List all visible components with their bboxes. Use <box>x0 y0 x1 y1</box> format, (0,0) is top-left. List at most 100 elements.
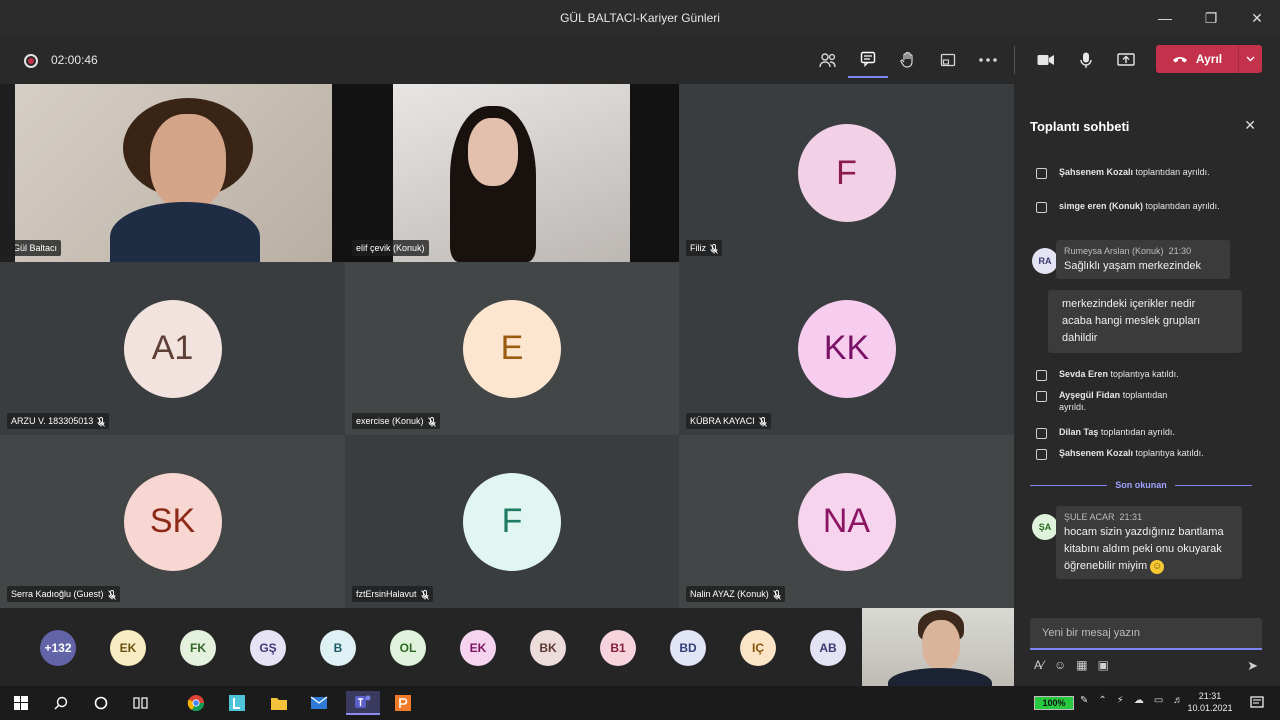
meeting-event-icon <box>1036 449 1047 460</box>
participant-tile[interactable]: NA Nalin AYAZ (Konuk) <box>679 435 1014 608</box>
send-icon[interactable]: ➤ <box>1247 658 1258 674</box>
tray-onedrive-icon[interactable]: ☁ <box>1134 695 1144 706</box>
system-message: Şahsenem Kozalı toplantıdan ayrıldı. <box>1036 166 1266 179</box>
strip-avatar[interactable]: GŞ <box>250 630 286 666</box>
minimize-icon[interactable]: — <box>1142 0 1188 36</box>
microphone-icon[interactable] <box>1066 42 1106 78</box>
participant-tile[interactable]: Gül Baltacı <box>15 84 332 262</box>
system-message: simge eren (Konuk) toplantıdan ayrıldı. <box>1036 200 1266 213</box>
chat-icon[interactable] <box>848 42 888 78</box>
chat-avatar[interactable]: RA <box>1032 248 1058 274</box>
camera-icon[interactable] <box>1026 42 1066 78</box>
message-text: hocam sizin yazdığınız bantlama kitabını… <box>1064 526 1224 574</box>
chat-avatar[interactable]: ŞA <box>1032 514 1058 540</box>
strip-avatar[interactable]: IÇ <box>740 630 776 666</box>
chrome-icon[interactable] <box>183 691 209 715</box>
strip-avatar[interactable]: EK <box>460 630 496 666</box>
taskbar-clock[interactable]: 21:31 10.01.2021 <box>1186 690 1234 714</box>
format-icon[interactable]: A⁄ <box>1034 658 1044 672</box>
tray-pen-icon[interactable]: ✎ <box>1080 695 1088 706</box>
self-view-video[interactable] <box>862 608 1014 686</box>
toolbar-actions <box>808 42 1008 78</box>
tray-display-icon[interactable]: ▭ <box>1154 695 1163 706</box>
recording-icon <box>24 54 38 68</box>
strip-avatar[interactable]: OL <box>390 630 426 666</box>
chat-message: merkezindeki içerikler nedir acaba hangi… <box>1048 290 1242 353</box>
clock-date: 10.01.2021 <box>1187 703 1233 713</box>
breakout-rooms-icon[interactable] <box>928 42 968 78</box>
tray-chevron-up-icon[interactable]: ⌃ <box>1098 695 1106 706</box>
more-participants-button[interactable]: +132 <box>40 630 76 666</box>
participant-tile[interactable]: A1 ARZU V. 183305013 <box>0 262 345 435</box>
participant-avatar: F <box>797 124 896 222</box>
strip-avatar[interactable]: B1 <box>600 630 636 666</box>
app-l-icon[interactable] <box>224 691 250 715</box>
participant-grid: Gül Baltacı elif çevik (Konuk) F Filiz A… <box>0 84 1014 608</box>
participant-tile[interactable]: SK Serra Kadıoğlu (Guest) <box>0 435 345 608</box>
task-view-icon[interactable] <box>128 691 154 715</box>
leave-dropdown[interactable] <box>1238 45 1262 73</box>
message-text: merkezindeki içerikler nedir acaba hangi… <box>1062 298 1201 344</box>
participant-label: Filiz <box>686 240 722 256</box>
more-options-icon[interactable] <box>968 42 1008 78</box>
strip-avatar[interactable]: BD <box>670 630 706 666</box>
raise-hand-icon[interactable] <box>888 42 928 78</box>
participant-tile[interactable]: KK KÜBRA KAYACI <box>679 262 1014 435</box>
file-explorer-icon[interactable] <box>266 691 292 715</box>
system-message: Şahsenem Kozalı toplantıya katıldı. <box>1036 447 1266 460</box>
sticker-icon[interactable]: ▣ <box>1098 658 1109 672</box>
strip-avatar[interactable]: B <box>320 630 356 666</box>
meeting-timer: 02:00:46 <box>51 53 98 67</box>
strip-avatar[interactable]: AB <box>810 630 846 666</box>
strip-avatar[interactable]: BK <box>530 630 566 666</box>
meeting-event-icon <box>1036 168 1047 179</box>
participant-tile[interactable]: F fztErsinHalavut <box>345 435 679 608</box>
message-input[interactable]: Yeni bir mesaj yazın <box>1030 618 1262 650</box>
close-chat-icon[interactable]: ✕ <box>1244 117 1256 134</box>
mic-off-icon <box>710 243 718 254</box>
meeting-event-icon <box>1036 202 1047 213</box>
battery-indicator[interactable]: 100% <box>1034 696 1074 710</box>
message-meta: Rumeysa Arslan (Konuk) 21:30 <box>1064 246 1192 256</box>
windows-start-icon[interactable] <box>8 691 34 715</box>
leave-button[interactable]: Ayrıl <box>1156 45 1262 73</box>
title-bar: GÜL BALTACI-Kariyer Günleri — ❐ ✕ <box>0 0 1280 36</box>
emoji-icon[interactable]: ☺ <box>1054 658 1066 672</box>
participant-label: elif çevik (Konuk) <box>352 240 429 256</box>
window-title: GÜL BALTACI-Kariyer Günleri <box>560 11 720 25</box>
close-icon[interactable]: ✕ <box>1234 0 1280 36</box>
gif-icon[interactable]: ▦ <box>1076 658 1087 672</box>
participant-label: KÜBRA KAYACI <box>686 413 771 429</box>
chat-panel: Toplantı sohbeti ✕ Şahsenem Kozalı topla… <box>1014 84 1280 686</box>
share-screen-icon[interactable] <box>1106 42 1146 78</box>
participant-avatar: A1 <box>123 299 222 398</box>
system-tray: ✎ ⌃ ⚡ ☁ ▭ ♬ <box>1080 695 1183 706</box>
teams-taskbar-icon[interactable] <box>346 691 380 715</box>
participant-tile[interactable]: E exercise (Konuk) <box>345 262 679 435</box>
chat-header: Toplantı sohbeti <box>1030 119 1130 134</box>
participant-tile[interactable]: elif çevik (Konuk) <box>332 84 679 262</box>
leave-main[interactable]: Ayrıl <box>1156 52 1238 66</box>
participant-avatar: F <box>463 472 561 571</box>
tray-usb-icon[interactable]: ⚡ <box>1117 695 1124 706</box>
mic-off-icon <box>107 589 116 600</box>
maximize-icon[interactable]: ❐ <box>1188 0 1234 36</box>
mail-icon[interactable] <box>306 691 332 715</box>
search-icon[interactable] <box>48 691 74 715</box>
strip-avatar[interactable]: FK <box>180 630 216 666</box>
presentation-app-icon[interactable] <box>390 691 416 715</box>
participant-label: Nalin AYAZ (Konuk) <box>686 586 785 602</box>
cortana-icon[interactable] <box>88 691 114 715</box>
teams-window: GÜL BALTACI-Kariyer Günleri — ❐ ✕ 02:00:… <box>0 0 1280 720</box>
strip-avatar[interactable]: EK <box>110 630 146 666</box>
windows-taskbar: 100% ✎ ⌃ ⚡ ☁ ▭ ♬ 21:31 10.01.2021 <box>0 686 1280 720</box>
participants-icon[interactable] <box>808 42 848 78</box>
notifications-icon[interactable] <box>1244 691 1270 715</box>
participant-label: Gül Baltacı <box>15 240 62 256</box>
participant-tile[interactable]: F Filiz <box>679 84 1014 262</box>
tray-volume-icon[interactable]: ♬ <box>1173 695 1183 706</box>
mic-off-icon <box>758 416 767 427</box>
meeting-event-icon <box>1036 391 1047 402</box>
self-video-face <box>922 620 960 670</box>
participant-label: Serra Kadıoğlu (Guest) <box>7 586 120 602</box>
